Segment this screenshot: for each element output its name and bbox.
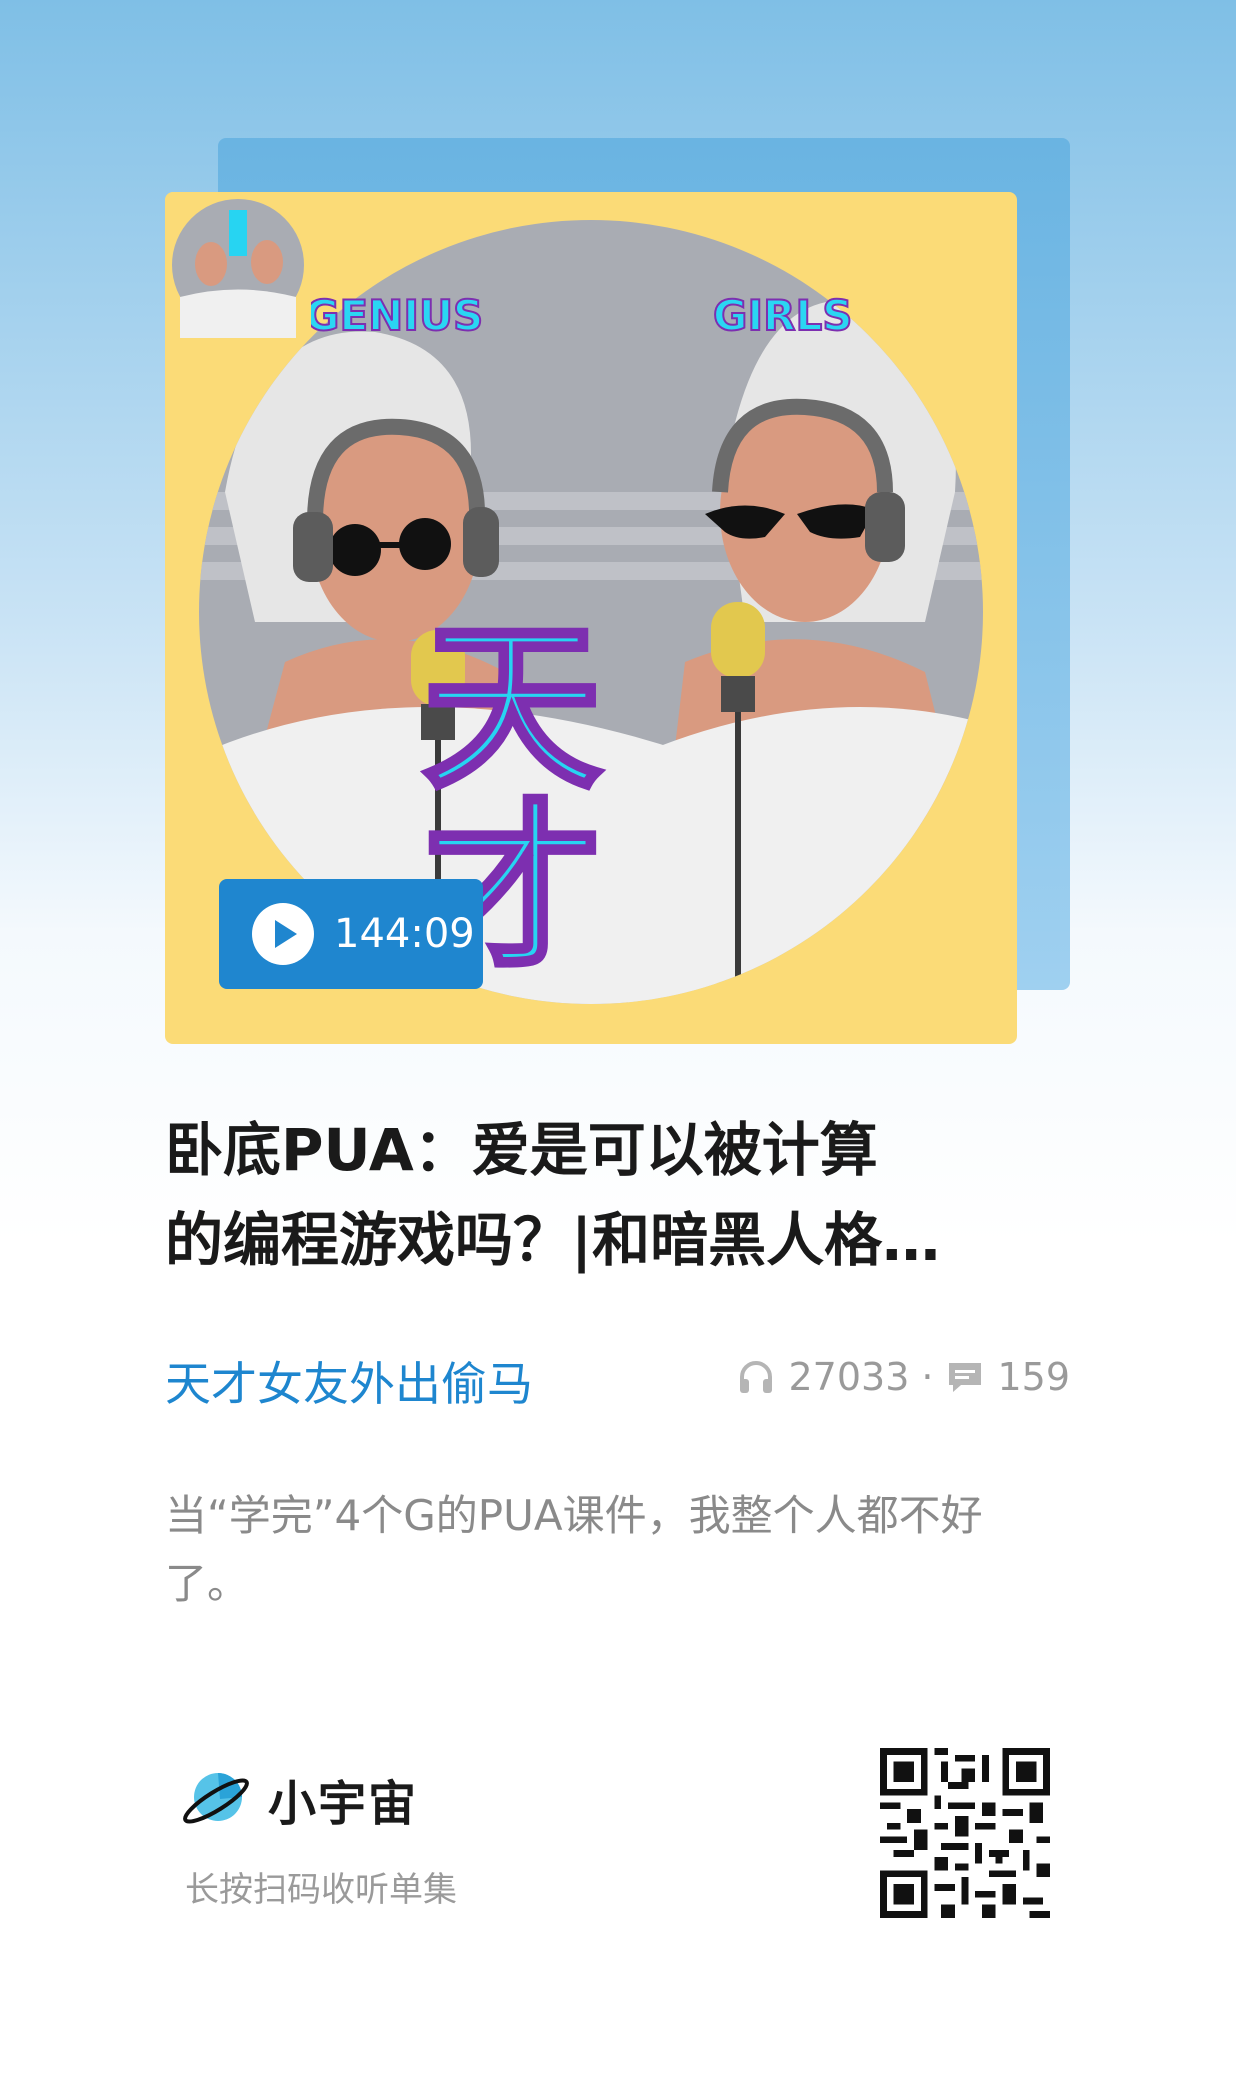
stats-separator: · <box>921 1355 934 1399</box>
episode-title-line-2: 的编程游戏吗？|和暗黑人格… <box>165 1206 941 1274</box>
episode-title: 卧底PUA：爱是可以被计算 的编程游戏吗？|和暗黑人格… <box>165 1105 1065 1285</box>
comment-icon <box>949 1363 982 1392</box>
brand-name: 小宇宙 <box>268 1776 419 1832</box>
cover-word-genius: GENIUS <box>305 291 483 340</box>
episode-title-line-1: 卧底PUA：爱是可以被计算 <box>165 1116 878 1184</box>
play-button[interactable]: 144:09 <box>219 879 483 989</box>
episode-stats: 27033 · 159 <box>736 1355 1070 1399</box>
cover-word-girls: GIRLS <box>713 291 852 340</box>
episode-duration: 144:09 <box>334 911 475 957</box>
planet-logo-icon <box>183 1773 249 1824</box>
play-icon <box>252 903 314 965</box>
comment-count: 159 <box>997 1355 1070 1399</box>
scan-hint: 长按扫码收听单集 <box>185 1870 457 1910</box>
play-count: 27033 <box>788 1355 910 1399</box>
podcast-cover-thumbnail[interactable] <box>165 192 311 338</box>
app-brand: 小宇宙 <box>180 1763 418 1835</box>
headphones-icon <box>740 1361 773 1393</box>
episode-cover[interactable]: GENIUS GIRLS 天才 144:09 <box>165 192 1017 1044</box>
qr-code[interactable] <box>880 1748 1050 1918</box>
podcast-name-link[interactable]: 天才女友外出偷马 <box>165 1348 533 1414</box>
episode-description: 当“学完”4个G的PUA课件，我整个人都不好了。 <box>165 1491 983 1608</box>
